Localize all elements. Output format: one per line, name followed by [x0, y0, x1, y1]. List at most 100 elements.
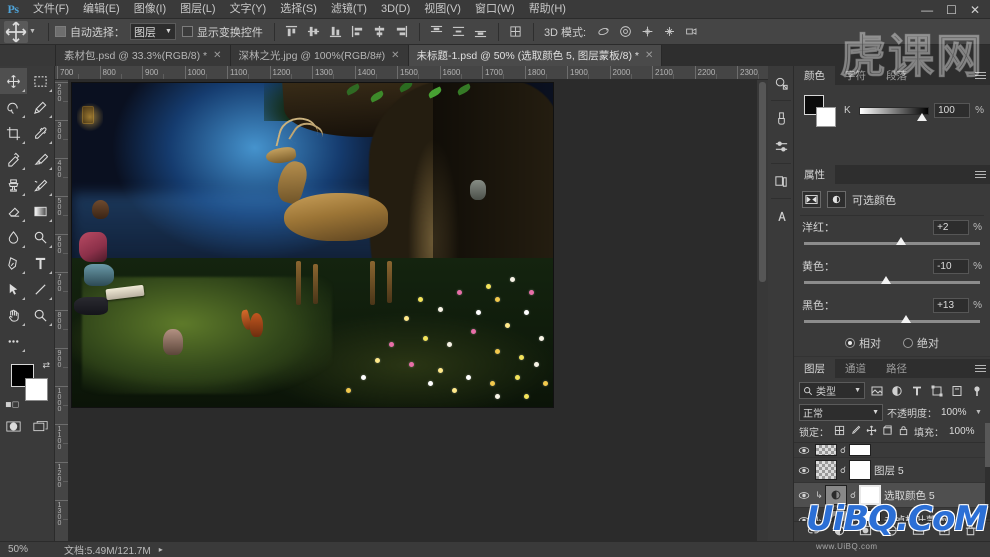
align-left-edges-button[interactable] — [348, 22, 368, 42]
lock-transparent-icon[interactable] — [834, 425, 845, 439]
menu-window[interactable]: 窗口(W) — [468, 0, 522, 19]
layer-mask-thumbnail[interactable] — [859, 485, 881, 505]
adjustments-icon[interactable] — [768, 133, 794, 159]
lock-all-icon[interactable] — [898, 425, 909, 439]
tab-bar-grip[interactable] — [0, 45, 56, 66]
yellow-slider[interactable] — [804, 276, 980, 284]
new-group-icon[interactable] — [912, 524, 925, 540]
document-canvas[interactable] — [72, 83, 553, 407]
edit-toolbar-button[interactable] — [0, 328, 27, 354]
default-colors-icon[interactable]: ◾◻ — [5, 399, 19, 410]
menu-help[interactable]: 帮助(H) — [522, 0, 573, 19]
magenta-value[interactable]: +2 — [933, 219, 970, 235]
slide-3d-button[interactable] — [659, 22, 679, 42]
brush-tool[interactable] — [27, 146, 54, 172]
menu-edit[interactable]: 编辑(E) — [76, 0, 127, 19]
zoom-level[interactable]: 50% — [0, 544, 54, 555]
k-channel-value[interactable]: 100 — [934, 103, 971, 118]
layer-visibility-toggle[interactable] — [796, 446, 812, 455]
black-value[interactable]: +13 — [933, 297, 970, 313]
menu-type[interactable]: 文字(Y) — [223, 0, 274, 19]
link-layers-icon[interactable] — [807, 524, 820, 540]
document-tab-2[interactable]: 深林之光.jpg @ 100%(RGB/8#) ✕ — [230, 45, 409, 66]
lock-position-icon[interactable] — [866, 425, 877, 439]
filter-shape-icon[interactable] — [929, 383, 945, 399]
new-layer-icon[interactable] — [938, 524, 951, 540]
table-row[interactable]: ☌ — [794, 443, 990, 458]
hand-tool[interactable] — [0, 302, 27, 328]
menu-file[interactable]: 文件(F) — [26, 0, 76, 19]
menu-layer[interactable]: 图层(L) — [173, 0, 222, 19]
yellow-value[interactable]: -10 — [933, 258, 970, 274]
character-styles-icon[interactable] — [768, 203, 794, 229]
pen-tool[interactable] — [0, 250, 27, 276]
dodge-tool[interactable] — [27, 224, 54, 250]
tab-layers[interactable]: 图层 — [794, 359, 835, 378]
link-icon[interactable]: ☌ — [849, 490, 857, 501]
brush-presets-icon[interactable] — [768, 105, 794, 131]
align-horizontal-centers-button[interactable] — [370, 22, 390, 42]
align-top-edges-button[interactable] — [282, 22, 302, 42]
link-icon[interactable]: ☌ — [839, 445, 847, 456]
history-brush-tool[interactable] — [27, 172, 54, 198]
layer-style-icon[interactable] — [833, 524, 846, 540]
delete-layer-icon[interactable] — [964, 524, 977, 540]
lock-artboard-icon[interactable] — [882, 424, 893, 439]
table-row[interactable]: ☌ 图层 5 — [794, 458, 990, 483]
background-color-swatch[interactable] — [816, 107, 836, 127]
adjustment-preset-icon[interactable] — [827, 191, 846, 208]
black-slider[interactable] — [804, 315, 980, 323]
selective-color-icon[interactable] — [802, 191, 821, 208]
rectangular-marquee-tool[interactable] — [27, 68, 54, 94]
panel-menu-icon[interactable] — [975, 363, 986, 374]
menu-view[interactable]: 视图(V) — [417, 0, 468, 19]
adjustment-thumbnail[interactable] — [825, 485, 847, 505]
layer-mask-icon[interactable] — [859, 524, 872, 540]
background-color-swatch[interactable] — [25, 378, 48, 401]
quick-selection-tool[interactable] — [27, 94, 54, 120]
tab-channels[interactable]: 通道 — [835, 359, 876, 378]
zoom-tool[interactable] — [27, 302, 54, 328]
path-selection-tool[interactable] — [0, 276, 27, 302]
align-options-button[interactable] — [506, 22, 526, 42]
pan-3d-button[interactable] — [637, 22, 657, 42]
layer-mask-thumbnail[interactable] — [849, 460, 871, 480]
fill-value[interactable]: 100% — [949, 424, 979, 439]
spot-healing-brush-tool[interactable] — [0, 146, 27, 172]
layers-scrollbar[interactable] — [985, 423, 990, 519]
canvas-area[interactable] — [69, 80, 768, 541]
document-tab-1[interactable]: 素材包.psd @ 33.3%(RGB/8) * ✕ — [56, 45, 231, 66]
close-icon[interactable]: ✕ — [970, 4, 980, 16]
maximize-icon[interactable]: ☐ — [946, 4, 957, 16]
menu-select[interactable]: 选择(S) — [273, 0, 324, 19]
quick-mask-icon[interactable] — [0, 414, 27, 438]
relative-radio[interactable]: 相对 — [845, 335, 881, 351]
type-tool[interactable] — [27, 250, 54, 276]
lasso-tool[interactable] — [0, 94, 27, 120]
rotate-3d-button[interactable] — [593, 22, 613, 42]
layer-thumbnail[interactable] — [815, 460, 837, 480]
align-bottom-edges-button[interactable] — [326, 22, 346, 42]
tool-preset-chevron-icon[interactable]: ▼ — [29, 28, 36, 35]
layer-visibility-toggle[interactable] — [796, 466, 812, 475]
show-transform-checkbox[interactable] — [181, 26, 193, 37]
crop-tool[interactable] — [0, 120, 27, 146]
line-tool[interactable] — [27, 276, 54, 302]
filter-toggle-icon[interactable] — [969, 383, 985, 399]
status-chevron-icon[interactable]: ▸ — [159, 545, 163, 554]
layer-filter-dropdown[interactable]: 类型 ▼ — [799, 382, 865, 399]
k-channel-slider[interactable] — [859, 106, 930, 121]
table-row[interactable]: ↳ ☌ 选取颜色 5 — [794, 483, 990, 508]
menu-image[interactable]: 图像(I) — [127, 0, 173, 19]
close-icon[interactable]: ✕ — [645, 50, 653, 61]
canvas-vertical-scrollbar[interactable] — [757, 80, 768, 541]
minimize-icon[interactable]: — — [921, 4, 933, 16]
absolute-radio[interactable]: 绝对 — [903, 335, 939, 351]
navigator-icon[interactable] — [768, 70, 794, 96]
screen-mode-icon[interactable] — [27, 414, 54, 438]
eraser-tool[interactable] — [0, 198, 27, 224]
tab-character[interactable]: 字符 — [835, 66, 876, 85]
roll-3d-button[interactable] — [615, 22, 635, 42]
distribute-vertical-center-button[interactable] — [449, 22, 469, 42]
move-icon[interactable] — [4, 20, 28, 43]
